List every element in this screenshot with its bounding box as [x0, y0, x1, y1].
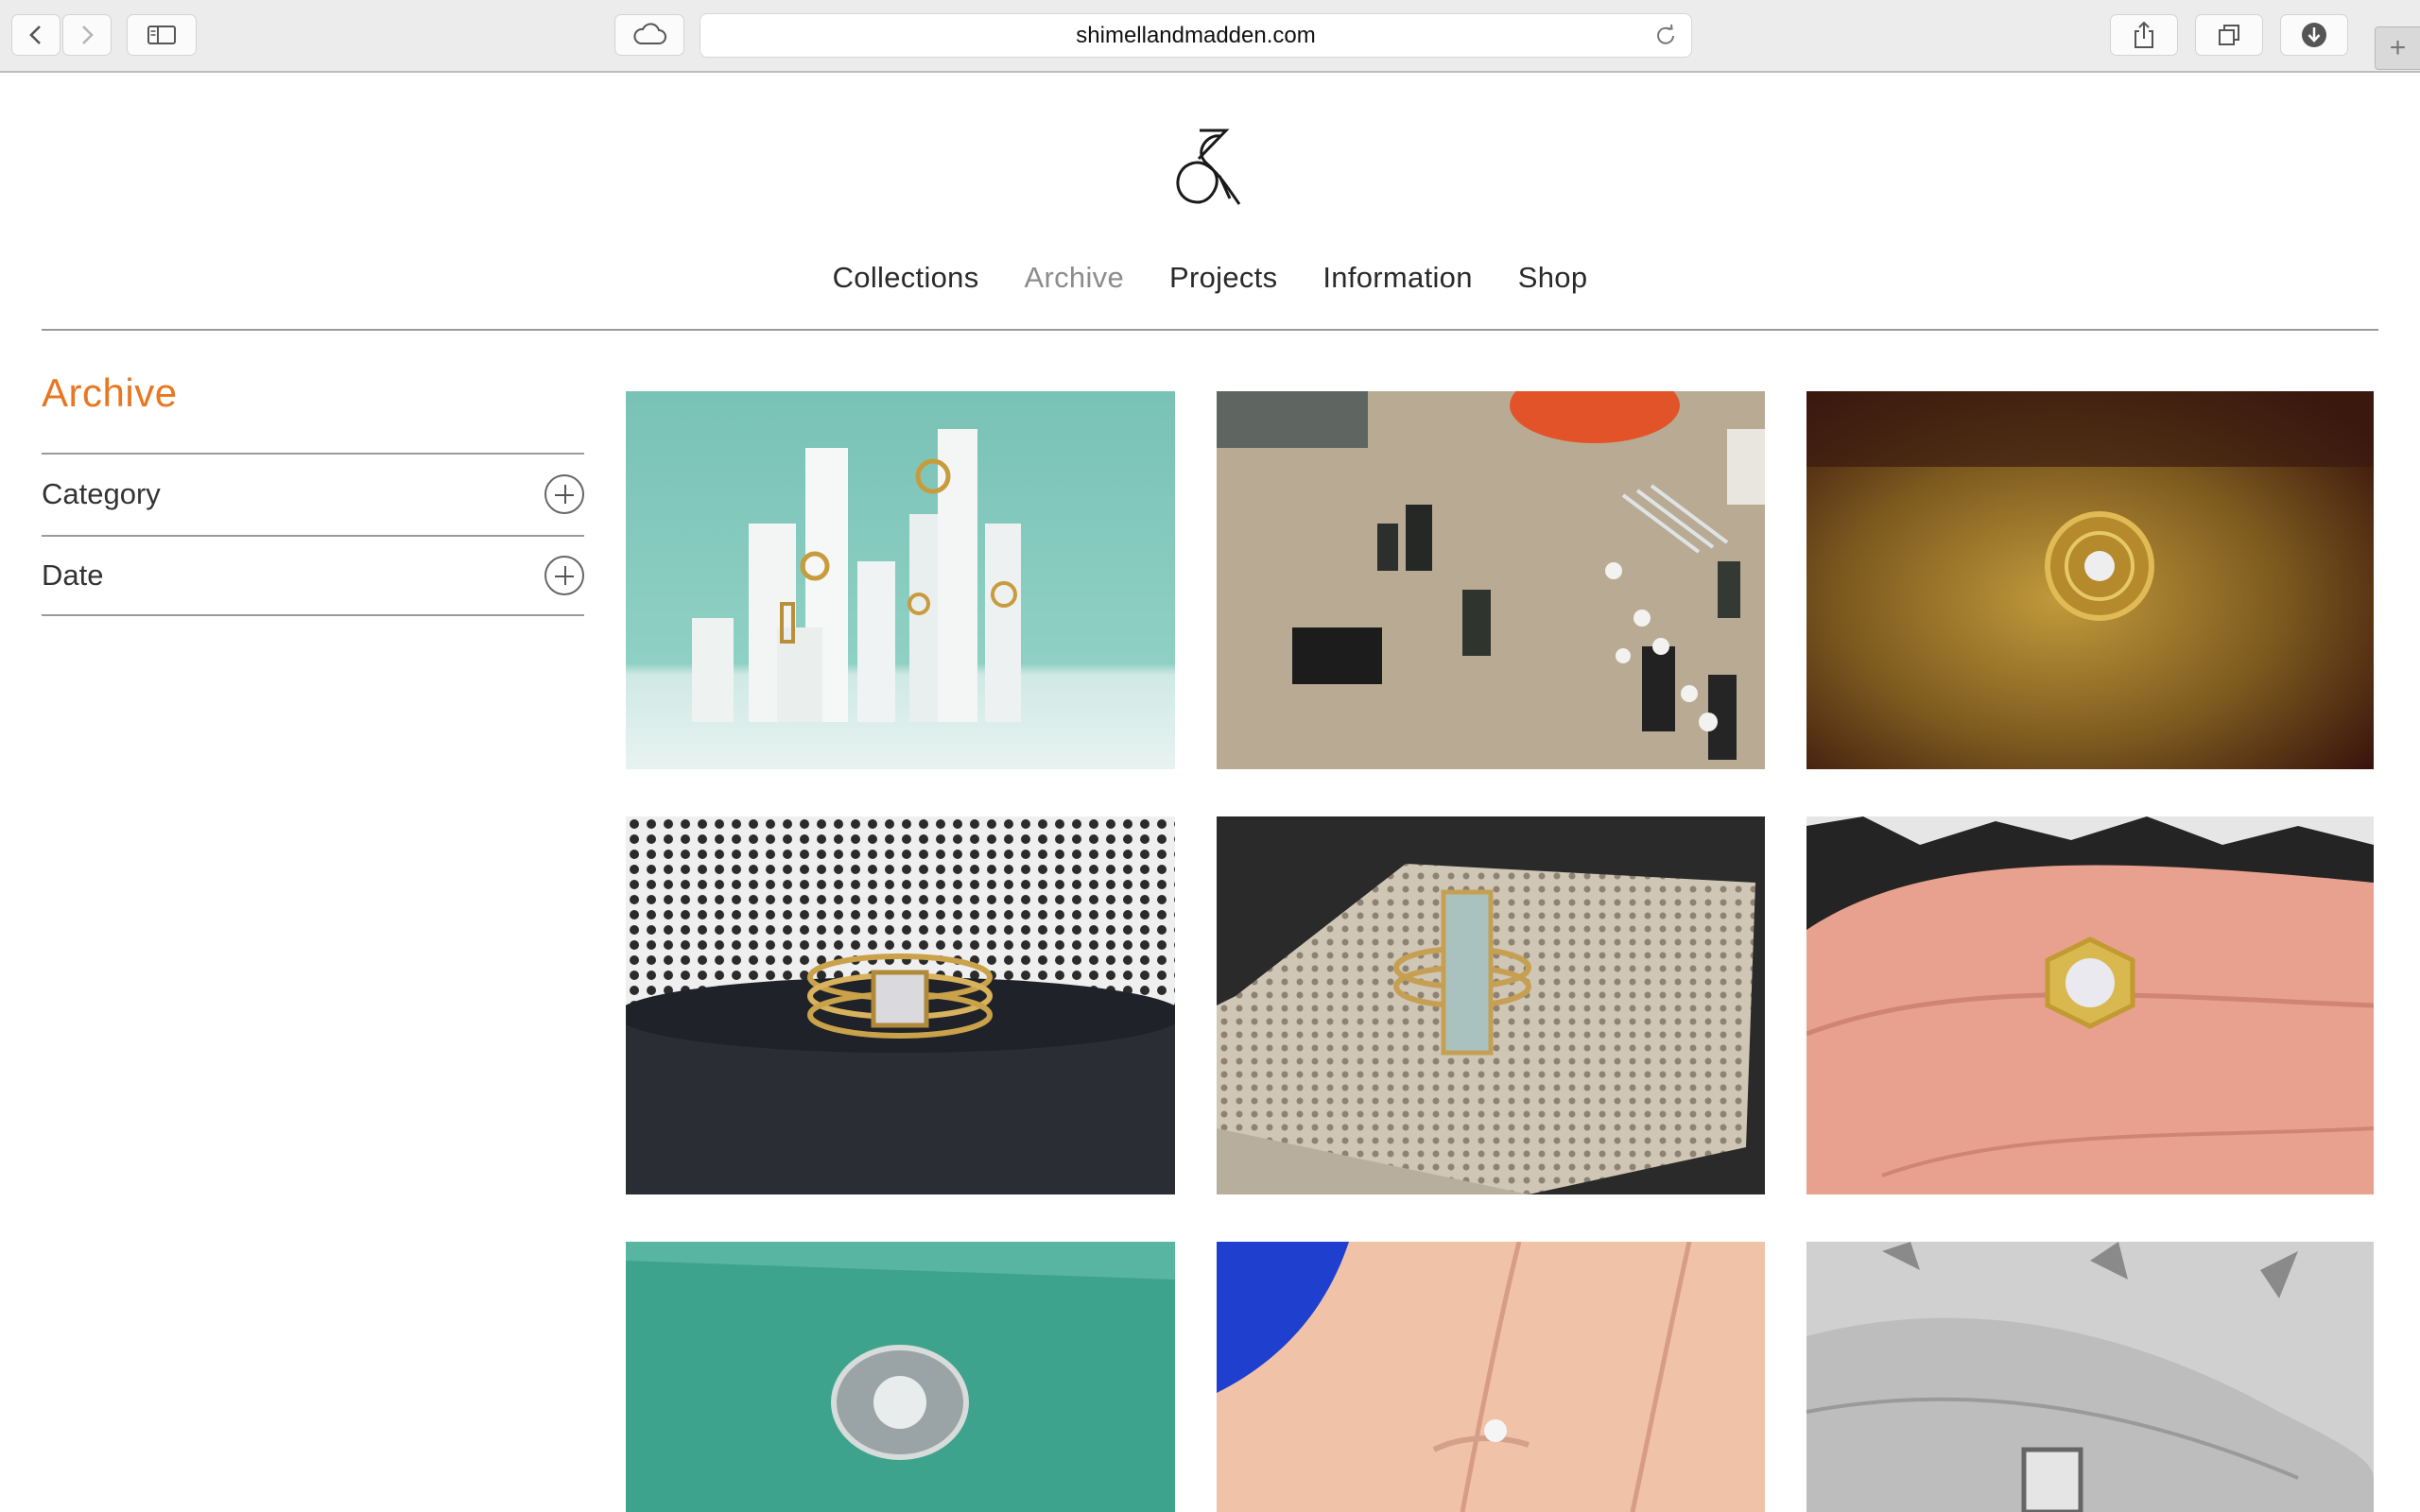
- browser-toolbar: shimellandmadden.com +: [0, 0, 2420, 73]
- chevron-right-icon: [82, 26, 94, 44]
- ampersand-logo[interactable]: [1167, 127, 1253, 221]
- chevron-left-icon: [29, 26, 41, 44]
- plus-icon: +: [2389, 32, 2407, 63]
- workbench-image: [1217, 391, 1765, 769]
- archive-image-2[interactable]: [1217, 391, 1765, 769]
- nav-collections[interactable]: Collections: [833, 261, 979, 295]
- expand-plus-icon[interactable]: [544, 556, 584, 595]
- sidebar-toggle-button[interactable]: [127, 14, 197, 56]
- sidebar-icon: [147, 26, 176, 44]
- download-icon: [2302, 23, 2326, 47]
- date-filter[interactable]: Date: [42, 535, 584, 616]
- icloud-tabs-button[interactable]: [614, 14, 684, 56]
- page-title: Archive: [42, 370, 178, 415]
- tabs-icon: [2219, 25, 2239, 45]
- triple-band-ring-image: [626, 816, 1175, 1194]
- archive-image-8[interactable]: [1217, 1242, 1765, 1512]
- share-button[interactable]: [2110, 14, 2178, 56]
- archive-image-7[interactable]: [626, 1242, 1175, 1512]
- rings-on-crystals-image: [626, 391, 1175, 769]
- nav-information[interactable]: Information: [1322, 261, 1472, 295]
- forward-button[interactable]: [62, 14, 112, 56]
- category-filter[interactable]: Category: [42, 453, 584, 534]
- maze-ring-image: [1806, 391, 2374, 769]
- archive-image-5[interactable]: [1217, 816, 1765, 1194]
- date-filter-label: Date: [42, 558, 104, 592]
- solitaire-ring-on-finger-image: [1217, 1242, 1765, 1512]
- url-text: shimellandmadden.com: [1076, 22, 1316, 48]
- reload-icon[interactable]: [1653, 24, 1678, 48]
- tab-overview-button[interactable]: [2195, 14, 2263, 56]
- header-divider: [42, 329, 2378, 331]
- archive-image-9[interactable]: [1806, 1242, 2374, 1512]
- main-nav: Collections Archive Projects Information…: [0, 261, 2420, 295]
- nav-projects[interactable]: Projects: [1169, 261, 1277, 295]
- expand-plus-icon[interactable]: [544, 474, 584, 514]
- archive-image-3[interactable]: [1806, 391, 2374, 769]
- back-button[interactable]: [11, 14, 60, 56]
- new-tab-button[interactable]: +: [2375, 26, 2420, 70]
- category-filter-label: Category: [42, 477, 161, 510]
- downloads-button[interactable]: [2280, 14, 2348, 56]
- address-bar[interactable]: shimellandmadden.com: [700, 13, 1692, 58]
- archive-image-1[interactable]: [626, 391, 1175, 769]
- vintage-ring-image: [626, 1242, 1175, 1512]
- archive-image-6[interactable]: [1806, 816, 2374, 1194]
- hexagon-ring-on-hand-image: [1806, 816, 2374, 1194]
- archive-image-4[interactable]: [626, 816, 1175, 1194]
- aquamarine-ring-image: [1217, 816, 1765, 1194]
- share-icon: [2135, 21, 2153, 48]
- nav-shop[interactable]: Shop: [1518, 261, 1588, 295]
- bw-ring-on-hand-image: [1806, 1242, 2374, 1512]
- cloud-icon: [633, 23, 666, 44]
- nav-archive[interactable]: Archive: [1025, 261, 1124, 295]
